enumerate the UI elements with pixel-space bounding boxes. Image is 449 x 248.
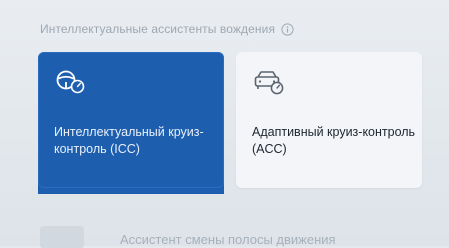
info-icon[interactable] [281,22,294,36]
acc-card-label: Адаптивный круиз-контроль (ACC) [252,125,416,156]
lane-change-assist-row: Ассистент смены полосы движения [0,212,449,248]
section-title: Интеллектуальные ассистенты вождения [40,22,276,36]
section-header: Интеллектуальные ассистенты вождения [40,22,294,36]
acc-card[interactable]: Адаптивный круиз-контроль (ACC) [236,52,422,188]
steering-wheel-speedometer-icon [54,68,88,98]
icc-card[interactable]: Интеллектуальный круиз-контроль (ICC) [38,52,224,188]
lane-change-assist-toggle[interactable] [40,226,84,248]
driving-assistants-screen: Интеллектуальные ассистенты вождения Инт… [0,0,449,248]
lane-change-assist-label: Ассистент смены полосы движения [120,232,336,247]
car-speedometer-icon [252,68,286,98]
icc-card-label: Интеллектуальный круиз-контроль (ICC) [54,125,204,156]
